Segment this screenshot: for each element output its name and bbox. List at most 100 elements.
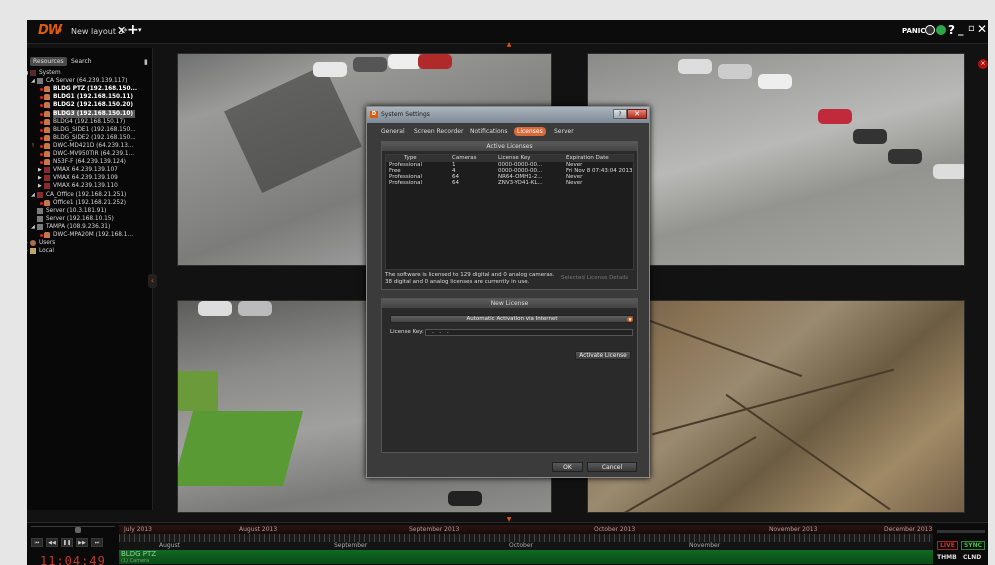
tree-item[interactable]: Local	[39, 247, 54, 255]
minimize-icon[interactable]: _	[958, 23, 964, 36]
expand-arrow-icon[interactable]: ▶	[38, 166, 42, 174]
branch	[725, 393, 891, 511]
camera-icon	[44, 232, 50, 238]
close-app-icon[interactable]: ✕	[977, 22, 987, 36]
timeline-months[interactable]: July 2013 August 2013 September 2013 Octobe…	[119, 525, 933, 534]
tab-resources[interactable]: Resources	[30, 57, 67, 66]
tree-item[interactable]: BLDG3 (192.168.150.10)	[53, 109, 136, 118]
tree-item[interactable]: N53F-F (64.239.139.124)	[53, 158, 126, 166]
dvr-icon	[44, 167, 50, 174]
column-header[interactable]: Type	[404, 155, 417, 162]
tree-item[interactable]: Server (10.3.181.91)	[46, 207, 106, 215]
table-cell: 64	[452, 180, 459, 186]
tab-licenses[interactable]: Licenses	[514, 127, 546, 136]
column-header[interactable]: Expiration Date	[566, 155, 609, 162]
timeline-month-label: August 2013	[239, 526, 278, 533]
tree-item[interactable]: BLDG2 (192.168.150.20)	[53, 101, 133, 109]
panic-button[interactable]: PANIC	[902, 27, 926, 35]
tree-item[interactable]: BLDG4 (192.168.150.17)	[53, 118, 125, 126]
restore-icon[interactable]: ▫	[968, 23, 975, 34]
tree-item[interactable]: VMAX 64.239.139.107	[53, 166, 118, 174]
settings-gear-icon[interactable]	[925, 25, 935, 35]
camera-icon	[44, 159, 50, 166]
expand-arrow-icon[interactable]: ◢	[31, 223, 35, 231]
tab-notifications[interactable]: Notifications	[467, 127, 511, 136]
dialog-title-bar: D System Settings ? ✕	[367, 107, 649, 123]
pin-icon[interactable]: ▮	[144, 58, 148, 66]
car-image	[678, 59, 712, 74]
selected-license-details-button[interactable]: Selected License Details	[561, 275, 628, 281]
tree-item[interactable]: DWC-MV950TIR (64.239.1...	[53, 150, 134, 158]
tree-item[interactable]: BLDG_SIDE1 (192.168.150...	[53, 126, 136, 134]
help-icon[interactable]: ?	[948, 23, 955, 37]
tree-item[interactable]: System	[39, 69, 61, 77]
expand-arrow-icon[interactable]: ◢	[31, 191, 35, 199]
calendar-button[interactable]: CLND	[963, 554, 981, 561]
tree-item[interactable]: BLDG1 (192.168.150.11)	[53, 93, 133, 101]
tab-screen-recorder[interactable]: Screen Recorder	[411, 127, 466, 136]
timeline-submonths[interactable]: August September October November	[119, 542, 933, 550]
table-row[interactable]: Professional 64 ZNV3-YO41-KL... Never	[386, 180, 633, 187]
tree-item[interactable]: Users	[39, 239, 55, 247]
expand-arrow-icon[interactable]: ▶	[38, 174, 42, 182]
tree-item[interactable]: VMAX 64.239.139.110	[53, 182, 118, 190]
timeline-submonth-label: August	[159, 542, 180, 549]
tree-item[interactable]: DWC-MD421D (64.239.13...	[53, 142, 133, 150]
pause-button[interactable]: ❚❚	[61, 538, 73, 547]
system-settings-dialog: D System Settings ? ✕ General Screen Reco…	[366, 106, 650, 478]
expand-arrow-icon[interactable]: ▶	[27, 247, 28, 255]
tree-item[interactable]: BLDG_SIDE2 (192.168.150...	[53, 134, 136, 142]
camera-icon	[44, 94, 50, 101]
tree-item[interactable]: DWC-MPA20M (192.168.1...	[53, 231, 133, 239]
dialog-close-button[interactable]: ✕	[627, 109, 647, 119]
close-right-icon[interactable]: ×	[978, 59, 988, 69]
recording-track[interactable]	[119, 550, 933, 564]
sync-button[interactable]: SYNC	[961, 541, 985, 550]
playback-speed-slider[interactable]	[31, 526, 115, 533]
add-tab-icon[interactable]: +	[127, 22, 139, 38]
activate-license-button[interactable]: Activate License	[575, 351, 631, 360]
globe-icon[interactable]	[936, 25, 946, 35]
tree-item[interactable]: CA_Office (192.168.21.251)	[46, 191, 126, 199]
skip-forward-button[interactable]: ⏭	[91, 538, 103, 547]
logo-menu-caret-icon[interactable]: ▾	[58, 26, 62, 35]
timeline-ticks[interactable]	[119, 534, 933, 542]
tree-item[interactable]: BLDG PTZ (192.168.150...	[53, 85, 137, 93]
tree-item[interactable]: CA Server (64.239.139.117)	[46, 77, 127, 85]
activation-method-select[interactable]: Automatic Activation via Internet ▼	[390, 315, 634, 323]
expand-arrow-icon[interactable]: ◢	[31, 77, 35, 85]
rewind-button[interactable]: ◀◀	[46, 538, 58, 547]
zoom-slider[interactable]	[937, 530, 985, 533]
close-tab-icon[interactable]: ✕	[117, 24, 126, 37]
column-header[interactable]: Cameras	[452, 155, 476, 162]
collapse-up-icon[interactable]: ▲	[504, 42, 514, 48]
expand-arrow-icon[interactable]: ◢	[27, 69, 28, 77]
dialog-help-button[interactable]: ?	[613, 109, 627, 119]
tab-menu-caret-icon[interactable]: ▾	[138, 26, 142, 34]
tree-item[interactable]: TAMPA (108.9.236.31)	[46, 223, 110, 231]
tree-item[interactable]: Server (192.168.10.15)	[46, 215, 114, 223]
license-summary-line-1: The software is licensed to 129 digital …	[385, 272, 555, 278]
column-header[interactable]: License Key	[498, 155, 530, 162]
tab-general[interactable]: General	[378, 127, 408, 136]
skip-back-button[interactable]: ⏮	[31, 538, 43, 547]
thumbnails-button[interactable]: THMB	[937, 554, 957, 561]
car-image	[933, 164, 964, 179]
cancel-button[interactable]: Cancel	[587, 462, 637, 472]
chevron-down-icon[interactable]: ▼	[627, 317, 633, 322]
tab-search[interactable]: Search	[68, 57, 95, 66]
expand-arrow-icon[interactable]: ▶	[38, 182, 42, 190]
active-licenses-header: Active Licenses	[382, 142, 637, 151]
car-image	[758, 74, 792, 89]
slider-knob[interactable]	[75, 527, 81, 533]
expand-arrow-icon[interactable]: ▶	[27, 239, 28, 247]
forward-button[interactable]: ▶▶	[76, 538, 88, 547]
collapse-panel-icon[interactable]: ‹	[148, 274, 157, 288]
tab-server[interactable]: Server	[551, 127, 577, 136]
tree-item[interactable]: VMAX 64.239.139.109	[53, 174, 118, 182]
license-key-input[interactable]: - - -	[425, 329, 633, 336]
ok-button[interactable]: OK	[552, 462, 583, 472]
tree-item[interactable]: Office1 (192.168.21.252)	[53, 199, 126, 207]
licenses-table[interactable]: Type Cameras License Key Expiration Date Pro…	[385, 154, 634, 270]
live-button[interactable]: LIVE	[937, 541, 958, 550]
